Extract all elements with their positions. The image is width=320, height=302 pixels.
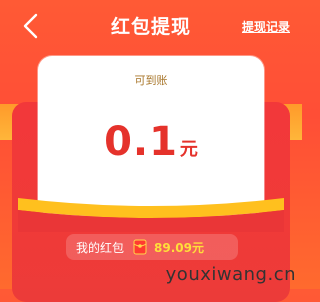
header: 红包提现 提现记录 [0,0,302,52]
balance-value: 89.09元 [154,240,204,255]
withdraw-history-link[interactable]: 提现记录 [242,18,290,35]
envelope-flap-curve [18,198,284,232]
amount-unit: 元 [179,139,198,160]
red-envelope-icon [133,239,147,255]
arrive-label: 可到账 [134,74,168,87]
my-red-envelope-balance: 我的红包 89.09元 [66,234,238,260]
balance-label: 我的红包 [76,240,125,255]
amount-value: 0.1 [104,119,178,165]
amount-display: 0.1 元 [0,122,302,162]
watermark: youxiwang.cn [165,264,296,285]
